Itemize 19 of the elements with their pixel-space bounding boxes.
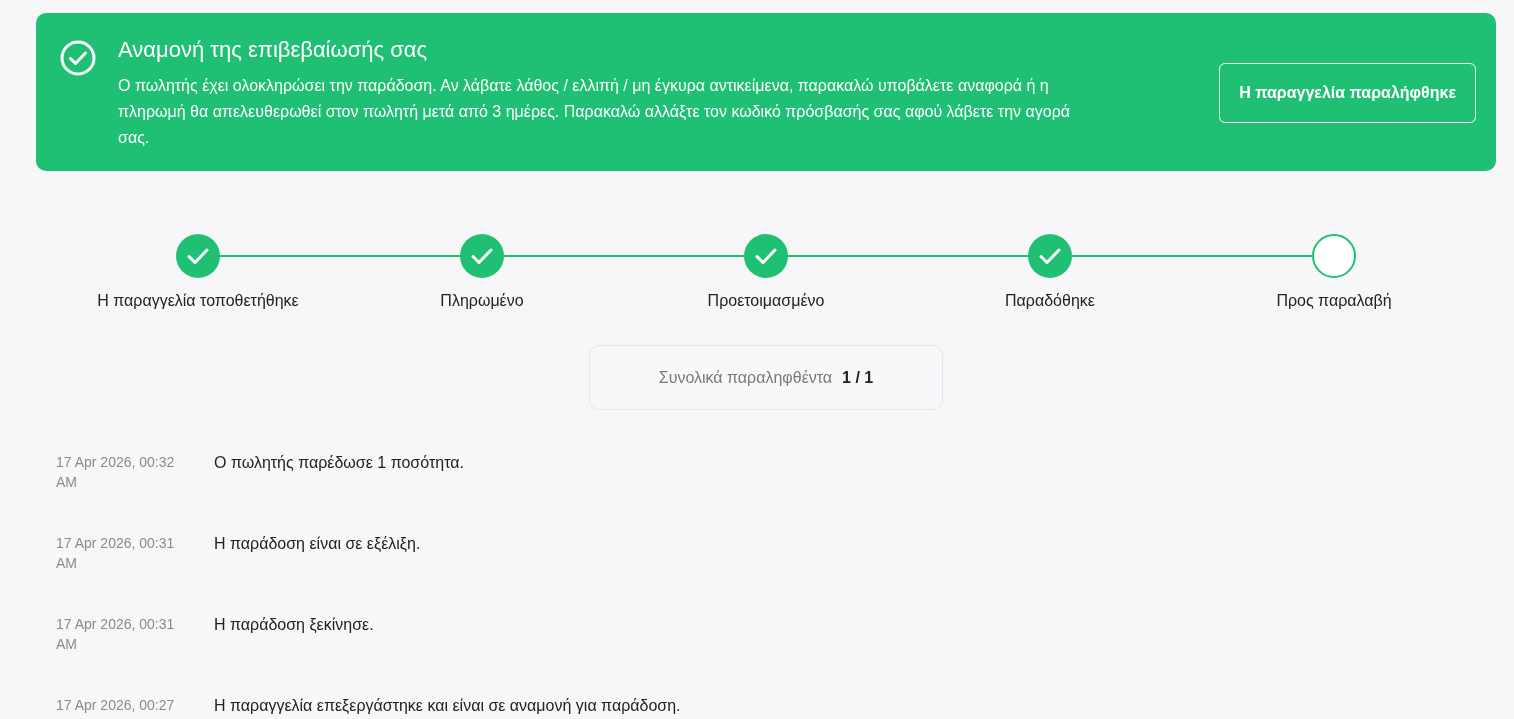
step-label: Πληρωμένο [440,291,524,311]
event-message: Η παράδοση είναι σε εξέλιξη. [214,534,421,554]
summary-value: 1 / 1 [842,367,874,388]
banner-title: Αναμονή της επιβεβαίωσής σας [118,36,429,64]
summary-label: Συνολικά παραληφθέντα [658,367,833,388]
event-timestamp: 17 Apr 2026, 00:31 AM [56,615,176,654]
event-message: Η παραγγελία επεξεργάστηκε και είναι σε αναμονή για παράδοση. [214,696,681,716]
step-label: Προς παραλαβή [1276,291,1392,311]
event-message: Η παράδοση ξεκίνησε. [214,615,374,635]
step-label: Προετοιμασμένο [707,291,825,311]
event-timestamp: 17 Apr 2026, 00:31 AM [56,534,176,573]
step-label: Η παραγγελία τοποθετήθηκε [97,291,299,311]
order-received-button[interactable]: Η παραγγελία παραλήφθηκε [1219,63,1476,123]
check-circle-icon [60,40,96,76]
banner-message: Ο πωλητής έχει ολοκληρώσει την παράδοση. Αν λάβατε λάθος / ελλιπή / μη έγκυρα αντικείμενα, παρακαλώ υποβάλετε αναφορά ή η πληρωμή θα απελευθερωθεί στον πωλητή μετά από 3 ημέρες. Παρακαλώ αλλάξτε τον κωδικό πρόσβασής σας αφού λάβετε την αγορά σας. [118,76,1071,148]
step-label: Παραδόθηκε [1005,291,1095,311]
event-timestamp: 17 Apr 2026, 00:32 AM [56,453,176,492]
event-message: Ο πωλητής παρέδωσε 1 ποσότητα. [214,453,464,473]
event-timestamp: 17 Apr 2026, 00:27 [56,696,176,715]
